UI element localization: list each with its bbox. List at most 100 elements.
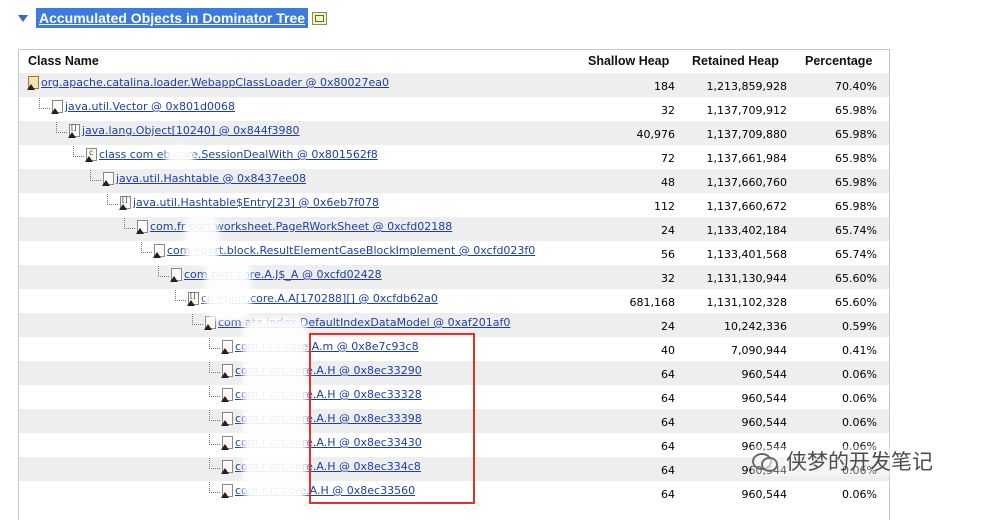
object-icon — [153, 244, 165, 258]
column-header-class-name[interactable]: Class Name — [28, 54, 99, 68]
object-icon — [221, 436, 233, 450]
column-header-retained-heap[interactable]: Retained Heap — [692, 54, 779, 68]
shallow-heap-cell: 24 — [661, 320, 675, 333]
shallow-heap-cell: 40,976 — [636, 128, 676, 141]
object-link[interactable]: java.util.Hashtable$Entry[23] @ 0x6eb7f0… — [133, 196, 379, 209]
table-row[interactable]: class com eb.core.SessionDealWith @ 0x80… — [19, 145, 889, 169]
table-row[interactable]: java.util.Vector @ 0x801d0068 32 1,137,709… — [19, 97, 889, 121]
retained-heap-cell: 7,090,944 — [731, 344, 787, 357]
class-object-icon — [85, 148, 97, 162]
percentage-cell: 70.40% — [835, 80, 877, 93]
percentage-cell: 0.06% — [842, 392, 877, 405]
shallow-heap-cell: 48 — [661, 176, 675, 189]
tree-connector — [192, 314, 203, 325]
object-icon — [51, 100, 63, 114]
class-name-cell: com.fr port.worksheet.PageRWorkSheet @ 0… — [124, 218, 452, 234]
object-icon — [221, 460, 233, 474]
retained-heap-cell: 1,131,102,328 — [706, 296, 787, 309]
retained-heap-cell: 1,133,402,184 — [706, 224, 787, 237]
class-name-cell: java.lang.Object[10240] @ 0x844f3980 — [56, 122, 300, 138]
collapse-triangle-icon[interactable] — [18, 14, 28, 22]
percentage-cell: 0.41% — [842, 344, 877, 357]
retained-heap-cell: 1,131,130,944 — [706, 272, 787, 285]
shallow-heap-cell: 64 — [661, 464, 675, 477]
object-link[interactable]: java.util.Vector @ 0x801d0068 — [65, 100, 235, 113]
percentage-cell: 65.98% — [835, 104, 877, 117]
watermark: 侠梦的开发笔记 — [752, 446, 933, 476]
retained-heap-cell: 960,544 — [741, 392, 788, 405]
section-header[interactable]: Accumulated Objects in Dominator Tree — [18, 6, 328, 30]
percentage-cell: 65.74% — [835, 248, 877, 261]
retained-heap-cell: 1,137,661,984 — [706, 152, 787, 165]
tree-connector — [56, 122, 67, 133]
table-row[interactable]: co eport.core.A.A[170288][] @ 0xcfdb62a0… — [19, 289, 889, 313]
tree-connector — [209, 338, 220, 349]
tree-connector — [107, 194, 118, 205]
table-row[interactable]: com port.core.A.J$_A @ 0xcfd02428 32 1,131… — [19, 265, 889, 289]
object-link[interactable]: java.lang.Object[10240] @ 0x844f3980 — [82, 124, 300, 137]
retained-heap-cell: 10,242,336 — [724, 320, 787, 333]
annotation-highlight-box — [309, 333, 475, 504]
table-row[interactable]: com.fr port.worksheet.PageRWorkSheet @ 0… — [19, 217, 889, 241]
retained-heap-cell: 1,137,709,912 — [706, 104, 787, 117]
tree-connector — [209, 434, 220, 445]
tree-connector — [124, 218, 135, 229]
redaction-blur — [205, 258, 251, 320]
tree-connector — [141, 242, 152, 253]
object-icon — [221, 340, 233, 354]
object-icon — [136, 220, 148, 234]
object-link[interactable]: java.util.Hashtable @ 0x8437ee08 — [116, 172, 306, 185]
class-name-cell: class com eb.core.SessionDealWith @ 0x80… — [73, 146, 378, 162]
shallow-heap-cell: 24 — [661, 224, 675, 237]
percentage-cell: 65.60% — [835, 296, 877, 309]
retained-heap-cell: 1,133,401,568 — [706, 248, 787, 261]
object-link[interactable]: org.apache.catalina.loader.WebappClassLo… — [41, 76, 389, 89]
object-icon — [221, 412, 233, 426]
class-name-cell: java.util.Hashtable @ 0x8437ee08 — [90, 170, 306, 186]
table-row[interactable]: java.util.Hashtable$Entry[23] @ 0x6eb7f0… — [19, 193, 889, 217]
table-row[interactable]: java.util.Hashtable @ 0x8437ee08 48 1,137,… — [19, 169, 889, 193]
tree-connector — [73, 146, 84, 157]
table-row[interactable]: org.apache.catalina.loader.WebappClassLo… — [19, 73, 889, 97]
shallow-heap-cell: 56 — [661, 248, 675, 261]
tree-connector — [39, 98, 50, 109]
retained-heap-cell: 960,544 — [741, 416, 788, 429]
tree-connector — [209, 362, 220, 373]
percentage-cell: 0.06% — [842, 488, 877, 501]
tree-connector — [158, 266, 169, 277]
wechat-logo-icon — [752, 451, 778, 472]
retained-heap-cell: 1,213,859,928 — [706, 80, 787, 93]
tree-connector — [209, 482, 220, 493]
tree-connector — [209, 410, 220, 421]
shallow-heap-cell: 64 — [661, 488, 675, 501]
class-name-cell: com port.core.A.J$_A @ 0xcfd02428 — [158, 266, 382, 282]
percentage-cell: 65.98% — [835, 128, 877, 141]
class-loader-icon — [27, 76, 39, 90]
array-object-icon — [68, 124, 80, 138]
object-link[interactable]: com eport.block.ResultElementCaseBlockIm… — [167, 244, 535, 257]
object-icon — [221, 364, 233, 378]
shallow-heap-cell: 64 — [661, 440, 675, 453]
percentage-cell: 65.74% — [835, 224, 877, 237]
section-menu-icon[interactable] — [312, 11, 328, 25]
array-object-icon — [187, 292, 199, 306]
column-header-shallow-heap[interactable]: Shallow Heap — [588, 54, 669, 68]
watermark-text: 侠梦的开发笔记 — [786, 450, 933, 474]
percentage-cell: 65.98% — [835, 200, 877, 213]
column-header-percentage[interactable]: Percentage — [805, 54, 872, 68]
redaction-blur — [243, 318, 307, 502]
class-name-cell: java.util.Hashtable$Entry[23] @ 0x6eb7f0… — [107, 194, 379, 210]
tree-connector — [90, 170, 101, 181]
section-title[interactable]: Accumulated Objects in Dominator Tree — [36, 8, 309, 28]
object-icon — [102, 172, 114, 186]
class-name-cell: org.apache.catalina.loader.WebappClassLo… — [27, 76, 389, 90]
shallow-heap-cell: 32 — [661, 272, 675, 285]
percentage-cell: 65.60% — [835, 272, 877, 285]
percentage-cell: 0.59% — [842, 320, 877, 333]
shallow-heap-cell: 40 — [661, 344, 675, 357]
table-row[interactable]: java.lang.Object[10240] @ 0x844f3980 40,9… — [19, 121, 889, 145]
object-icon — [221, 484, 233, 498]
object-link[interactable]: class com eb.core.SessionDealWith @ 0x80… — [99, 148, 378, 161]
retained-heap-cell: 1,137,660,760 — [706, 176, 787, 189]
table-row[interactable]: com eport.block.ResultElementCaseBlockIm… — [19, 241, 889, 265]
